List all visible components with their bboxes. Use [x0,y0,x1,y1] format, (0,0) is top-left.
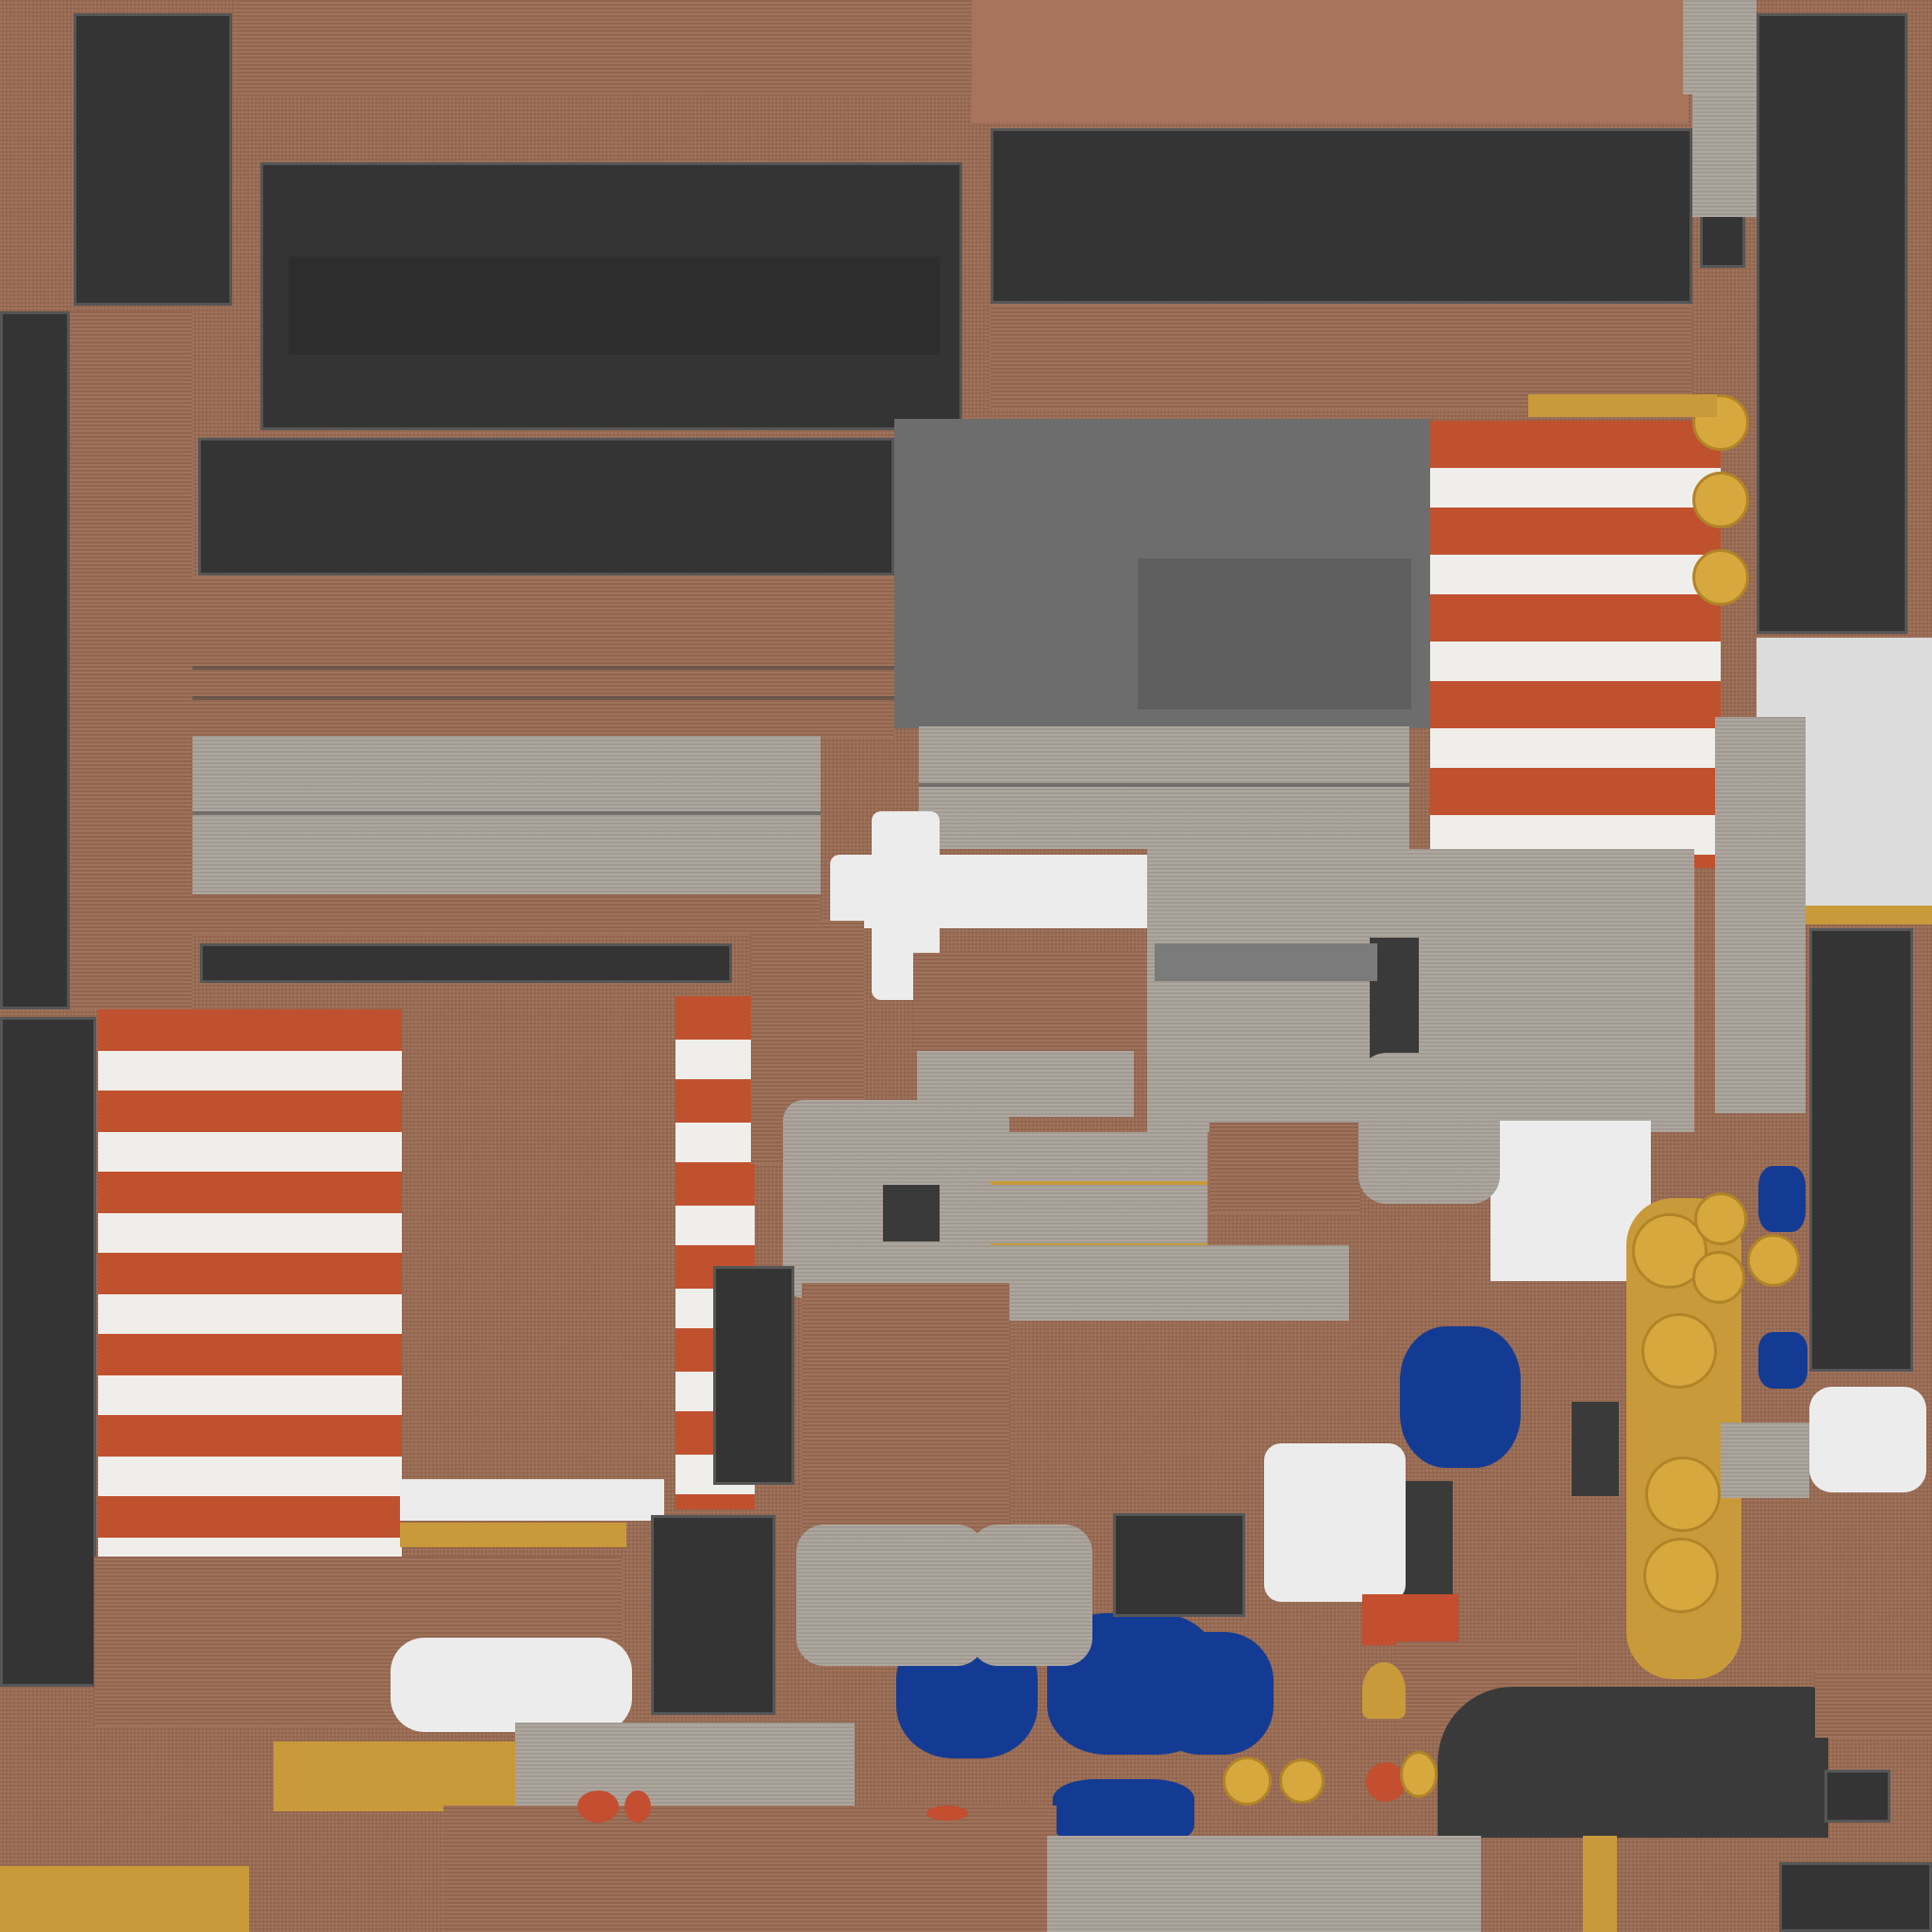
divider-line-1 [192,666,894,670]
grey-clip-right [1721,1423,1809,1498]
blue-piece-2 [1758,1166,1806,1232]
orange-block [1362,1594,1458,1645]
divider-line-4 [919,783,1409,787]
gold-post-bottom [1583,1836,1617,1932]
orange-dot-2 [577,1790,619,1823]
dark-base-lower-right [1438,1687,1828,1838]
dark-panel-mid-left [198,438,894,575]
gold-strip-bottom-left [274,1741,515,1811]
dark-panel-upper-right [991,128,1692,304]
gold-wheel-1 [1223,1757,1272,1806]
slab-handle-recess [1138,558,1411,709]
dark-panel-right-tall [1757,13,1907,634]
grey-strip-vert-right [1692,94,1757,217]
blue-octagon-1 [1400,1326,1521,1468]
dark-panel-left-lower [0,1017,96,1687]
grey-gear-piece-4 [970,1524,1092,1666]
grey-strip-bottom-left [515,1723,855,1806]
gold-small-circle-1 [1694,1192,1747,1245]
orange-dot-4 [926,1806,968,1821]
striped-panel-left [98,1009,402,1557]
dark-square-bottom-right [1779,1862,1932,1932]
gold-strip-bottom-corner [0,1866,249,1932]
dark-panel-lower-center [651,1515,775,1715]
gold-circle-2 [1692,472,1749,528]
grey-gear-piece-2 [1358,1053,1500,1204]
grey-connector [1155,943,1377,981]
gold-arm-joint-3 [1645,1457,1721,1532]
wood-strip-mid-left-2 [192,896,821,934]
grey-panel-center [919,726,1409,849]
gold-circle-3 [1692,549,1749,606]
gold-line-1 [991,1181,1208,1185]
dark-panel-right-mid [1809,928,1913,1372]
gold-drop-shape [1362,1662,1406,1719]
panel-inset-1 [289,257,940,355]
gold-arm-joint-4 [1643,1538,1719,1613]
grey-gear-piece-3 [796,1524,985,1666]
grey-strip-lower-right [1047,1836,1481,1932]
gold-wheel-2 [1279,1758,1324,1804]
texture-atlas [0,0,1932,1932]
blue-cluster-3 [1151,1632,1274,1755]
wood-plank-top [972,0,1689,123]
small-dark-square-1 [1700,213,1745,268]
gold-small-circle-2 [1747,1234,1800,1287]
dark-panel-left-long [0,311,70,1009]
grey-column-right [1715,717,1806,1113]
gold-strip-top [1528,394,1717,417]
wood-block-center [913,953,1147,1057]
striped-panel-upper-right [1430,421,1721,868]
dark-bar-center-low [1400,1481,1453,1594]
wood-strip-mid-left [192,577,894,738]
dark-panel-narrow-center [713,1266,794,1485]
dark-bar-right-low [1572,1402,1619,1496]
grey-block-mid-low [953,1245,1349,1321]
divider-line-3 [192,811,821,815]
white-block-lower-center [1264,1443,1406,1602]
blue-piece-3 [1758,1332,1807,1389]
divider-line-2 [192,696,894,700]
gold-arm-joint-2 [1641,1313,1717,1389]
white-strip-lower-left [400,1479,664,1521]
gold-strip-lower-left [400,1523,626,1547]
wood-strip-lower-right-2 [1815,1672,1932,1738]
wood-column-center [802,1283,1009,1538]
white-shape-right [1809,1387,1926,1492]
dark-panel-left-tall [74,13,232,306]
grey-strip-top-right [1683,0,1757,94]
wood-column-left [70,311,192,1009]
small-dark-square-2 [883,1185,940,1241]
grey-panel-mid-left [192,736,821,894]
wood-block-right-center [1209,1123,1360,1213]
gold-small-circle-3 [1692,1251,1745,1304]
white-shape-lower-left [391,1638,632,1732]
orange-dot-3 [625,1790,651,1823]
gold-wheel-3 [1400,1751,1438,1798]
dark-square-small-bottom-right [1824,1770,1890,1823]
dark-square-lower-center [1113,1513,1245,1617]
dark-strip-mid-left [200,943,732,983]
wood-strip-bottom [443,1806,1057,1932]
